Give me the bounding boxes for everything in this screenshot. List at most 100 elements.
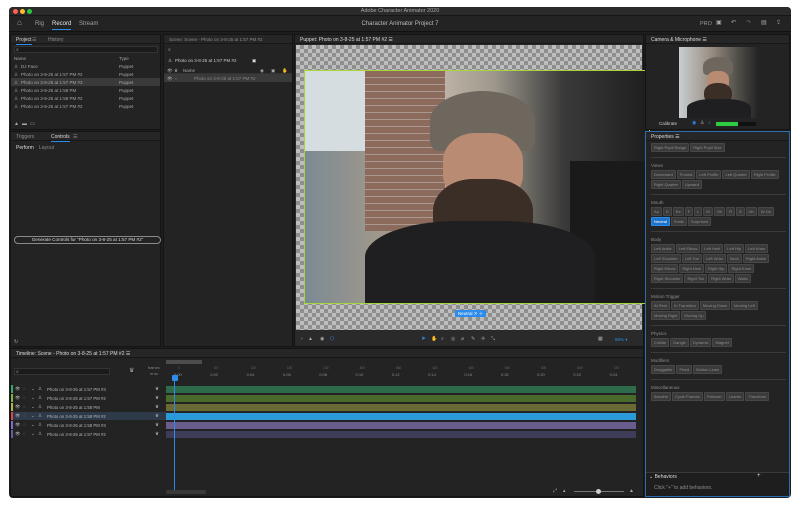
tag-button[interactable]: Waist bbox=[734, 274, 751, 283]
record-arm-icon[interactable]: ○ bbox=[23, 431, 26, 436]
tag-button[interactable]: Left Quarter bbox=[722, 170, 750, 179]
tag-button[interactable]: Moving Left bbox=[731, 301, 758, 310]
tag-button[interactable]: Right Toe bbox=[684, 274, 708, 283]
track-row[interactable]: 👁 ○ ⌄ ♙ Photo on 3-8-25 at 1:58 PM #2 ♛ bbox=[11, 412, 166, 420]
tag-button[interactable]: Follower bbox=[703, 392, 725, 401]
playhead-handle[interactable] bbox=[172, 375, 178, 381]
calibrate-button[interactable]: Calibrate bbox=[659, 121, 677, 126]
solo-icon[interactable]: ♛ bbox=[155, 413, 159, 419]
mic-icon[interactable]: ♪ bbox=[708, 120, 711, 126]
tab-layout[interactable]: Layout bbox=[39, 145, 54, 151]
tag-button[interactable]: Fixed bbox=[676, 365, 693, 374]
tag-button[interactable]: Right Quarter bbox=[651, 180, 682, 189]
track-row[interactable]: 👁 ○ ⌄ ♙ Photo on 3-8-25 at 1:57 PM #2 ♛ bbox=[11, 430, 166, 438]
track-row[interactable]: 👁 ○ ⌄ ♙ Photo on 3-8-25 at 1:58 PM ♛ bbox=[11, 403, 166, 411]
dangle-tool-icon[interactable]: ⤡ bbox=[491, 336, 495, 342]
new-item-icon[interactable]: ▭ bbox=[30, 121, 35, 127]
camera-toggle-icon[interactable]: ◉ bbox=[692, 120, 696, 126]
eye-icon[interactable]: 👁 bbox=[15, 386, 20, 392]
tag-button[interactable]: Right Ankle bbox=[742, 254, 770, 263]
tag-button[interactable]: Leader bbox=[725, 392, 745, 401]
tag-button[interactable]: Left Hip bbox=[724, 244, 745, 253]
tag-button[interactable]: Neutral bbox=[651, 217, 670, 226]
chevron-down-icon[interactable]: ⌄ bbox=[31, 404, 35, 410]
tag-button[interactable]: In Transition bbox=[671, 301, 699, 310]
project-search-input[interactable]: ⌕ bbox=[14, 46, 158, 53]
keyboard-icon[interactable]: ▦ bbox=[598, 336, 603, 342]
track-row[interactable]: 👁 ○ ⌄ ♙ Photo on 3-8-25 at 1:57 PM #3 ♛ bbox=[11, 385, 166, 393]
panel-menu-icon[interactable]: ☰ bbox=[73, 134, 77, 140]
track-clip[interactable] bbox=[166, 431, 636, 438]
list-item[interactable]: ♙ Photo on 3-8-25 at 1:58 PM #2 Puppet bbox=[11, 94, 160, 102]
chevron-down-icon[interactable]: ⌄ bbox=[31, 431, 35, 437]
tag-button[interactable]: Frontal bbox=[676, 170, 696, 179]
undo-icon[interactable]: ↶ bbox=[731, 20, 736, 26]
track-row[interactable]: 👁 ○ ⌄ ♙ Photo on 3-8-25 at 1:57 PM #2 ♛ bbox=[11, 394, 166, 402]
tag-button[interactable]: Downward bbox=[651, 170, 676, 179]
chevron-down-icon[interactable]: ⌄ bbox=[31, 413, 35, 419]
chevron-down-icon[interactable]: ⌄ bbox=[31, 386, 35, 392]
tag-button[interactable]: Moving Up bbox=[681, 311, 707, 320]
chevron-down-icon[interactable]: ⌄ bbox=[31, 395, 35, 401]
work-area-bar[interactable] bbox=[166, 360, 202, 364]
puppet-image[interactable] bbox=[304, 70, 650, 304]
record-arm-icon[interactable]: ○ bbox=[23, 395, 26, 400]
list-item[interactable]: ♙ Photo on 3-8-25 at 1:57 PM #2 Puppet bbox=[11, 70, 160, 78]
solo-icon[interactable]: ♛ bbox=[155, 404, 159, 410]
record-arm-icon[interactable]: ○ bbox=[23, 413, 26, 418]
tag-button[interactable]: Neck bbox=[726, 254, 742, 263]
tag-button[interactable]: Moving Right bbox=[651, 311, 681, 320]
list-item[interactable]: ♙ Photo on 3-8-25 at 1:57 PM #3 Puppet bbox=[11, 78, 160, 86]
timeline-scrollbar[interactable] bbox=[166, 490, 206, 494]
puppet-filter-icon[interactable]: ♛ bbox=[129, 368, 134, 374]
tag-button[interactable]: Moving Down bbox=[699, 301, 731, 310]
col-name-header[interactable]: Name bbox=[14, 56, 26, 61]
solo-icon[interactable]: ♛ bbox=[155, 422, 159, 428]
tag-button[interactable]: Uh bbox=[745, 207, 757, 216]
tag-button[interactable]: Left Ankle bbox=[651, 244, 675, 253]
add-behavior-button[interactable]: + bbox=[757, 473, 761, 479]
tag-button[interactable]: Right Profile bbox=[750, 170, 779, 179]
zoom-in-icon[interactable]: ▲ bbox=[629, 488, 634, 494]
import-icon[interactable]: ▲ bbox=[14, 121, 19, 127]
eye-icon[interactable]: ◉ bbox=[320, 336, 324, 342]
record-arm-icon[interactable]: ○ bbox=[23, 404, 26, 409]
tag-button[interactable]: At Rest bbox=[651, 301, 671, 310]
track-row[interactable]: 👁 ○ ⌄ ♙ Photo on 3-8-25 at 1:58 PM #3 ♛ bbox=[11, 421, 166, 429]
tab-puppet[interactable]: Puppet: Photo on 3-8-25 at 1:57 PM #2 ☰ bbox=[300, 37, 393, 43]
track-clip[interactable] bbox=[166, 404, 636, 411]
layer-row[interactable]: 👁 ▫ Photo on 3-8-25 at 1:57 PM #2 bbox=[164, 74, 292, 82]
tag-button[interactable]: Left Shoulder bbox=[651, 254, 681, 263]
tag-button[interactable]: M bbox=[703, 207, 713, 216]
solo-icon[interactable]: ♛ bbox=[155, 395, 159, 401]
tag-button[interactable]: Draggable bbox=[651, 365, 676, 374]
list-item[interactable]: ♙ Photo on 3-8-25 at 1:57 PM #2 Puppet bbox=[11, 102, 160, 110]
pin-tool-icon[interactable]: ⌀ bbox=[461, 336, 464, 342]
record-arm-icon[interactable]: ○ bbox=[23, 422, 26, 427]
tag-button[interactable]: R bbox=[726, 207, 735, 216]
tag-button[interactable]: L bbox=[694, 207, 703, 216]
redo-icon[interactable]: ↷ bbox=[746, 20, 751, 26]
tag-button[interactable]: Right Wrist bbox=[708, 274, 734, 283]
tag-button[interactable]: Motion Lines bbox=[693, 365, 722, 374]
tag-button[interactable]: Smile bbox=[670, 217, 687, 226]
tag-button[interactable]: Breathe bbox=[651, 392, 672, 401]
tag-button[interactable]: Oh bbox=[713, 207, 726, 216]
solo-icon[interactable]: ♛ bbox=[155, 386, 159, 392]
tag-button[interactable]: Transform bbox=[745, 392, 770, 401]
tag-button[interactable]: Collide bbox=[651, 338, 670, 347]
body-tracking-icon[interactable]: ♙ bbox=[700, 120, 704, 126]
handle-tag-button[interactable]: Right Pupil Range bbox=[651, 143, 690, 152]
tag-button[interactable]: Surprised bbox=[687, 217, 712, 226]
solo-icon[interactable]: ♛ bbox=[155, 431, 159, 437]
tag-button[interactable]: Right Elbow bbox=[651, 264, 679, 273]
fit-icon[interactable]: ⤢ bbox=[553, 488, 557, 494]
zoom-level[interactable]: 86% ▾ bbox=[615, 337, 628, 343]
tag-button[interactable]: Aa bbox=[651, 207, 662, 216]
tag-button[interactable]: Right Hip bbox=[705, 264, 728, 273]
list-item[interactable]: ♙ DJ Face Puppet bbox=[11, 62, 160, 70]
track-clip[interactable] bbox=[166, 413, 636, 420]
eye-icon[interactable]: 👁 bbox=[15, 413, 20, 419]
track-clip[interactable] bbox=[166, 422, 636, 429]
selection-tool-icon[interactable]: ➤ bbox=[421, 336, 426, 342]
